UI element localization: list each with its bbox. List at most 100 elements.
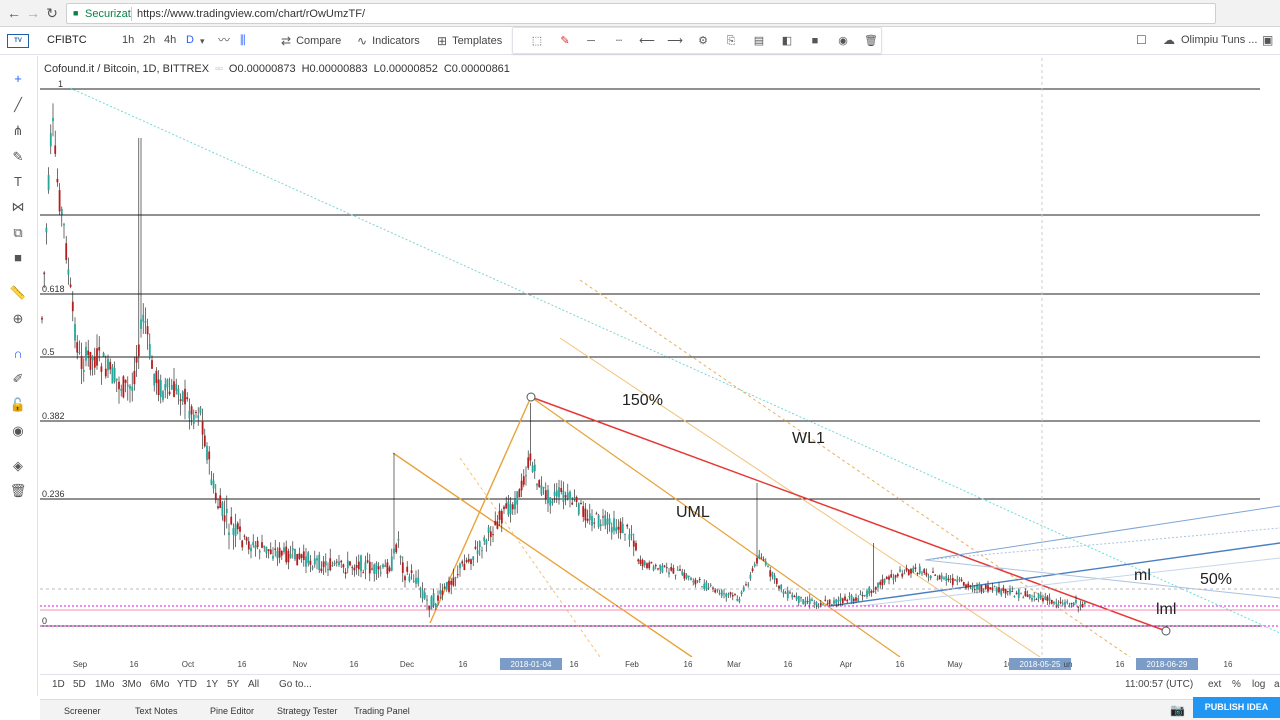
candle-body	[564, 495, 567, 498]
range-1y[interactable]: 1Y	[206, 679, 218, 690]
candle-body	[727, 594, 730, 596]
unlock-icon[interactable]: 🔓	[9, 396, 27, 414]
reload-icon[interactable]: ↻	[44, 5, 60, 21]
tab-pine-editor[interactable]: Pine Editor	[210, 706, 254, 716]
price-chart[interactable]: 1 0.618 0.5 0.382 0.236 0 150% WL1 UML ml 50%	[40, 58, 1280, 657]
anno-ml[interactable]: ml	[1134, 567, 1151, 584]
line-style-icon[interactable]: ─	[583, 33, 599, 49]
candles-icon[interactable]: ⫼	[240, 33, 246, 47]
timeframe-2h[interactable]: 2h	[143, 34, 155, 46]
text-tool-icon[interactable]: T	[9, 173, 27, 191]
legend-settings-icon[interactable]: ▫▫	[215, 63, 223, 75]
range-1d[interactable]: 1D	[52, 679, 65, 690]
user-menu[interactable]: ☁ Olimpiu Tuns ...	[1163, 33, 1257, 47]
candle-body	[69, 284, 72, 287]
layout-icon[interactable]: ▣	[1262, 33, 1273, 47]
clone-icon[interactable]: ⎘	[723, 33, 739, 49]
symbol-search[interactable]: CFIBTC	[47, 34, 87, 46]
range-5y[interactable]: 5Y	[227, 679, 239, 690]
candle-body	[113, 367, 116, 382]
scale-log[interactable]: log	[1252, 679, 1265, 690]
hide-eye-icon[interactable]: ◉	[835, 33, 851, 49]
timeframe-4h[interactable]: 4h	[164, 34, 176, 46]
tradingview-logo[interactable]: TV	[7, 34, 29, 48]
prediction-icon[interactable]: ⧉	[9, 224, 27, 242]
shape-square-icon[interactable]: ■	[9, 249, 27, 267]
timeframe-1h[interactable]: 1h	[122, 34, 134, 46]
templates-button[interactable]: ⊞ Templates	[437, 33, 502, 49]
eye-icon[interactable]: ◉	[9, 422, 27, 440]
pitchfork-icon[interactable]: ⋔	[9, 122, 27, 140]
candle-body	[390, 556, 393, 571]
blue-fork-upper[interactable]	[924, 505, 1280, 561]
anno-wl1[interactable]: WL1	[792, 430, 825, 447]
pen-color-icon[interactable]: ✎	[557, 33, 573, 49]
anno-lml[interactable]: lml	[1156, 601, 1176, 618]
candle-body	[632, 540, 635, 547]
candle-body	[912, 567, 915, 573]
lock-drawing-icon[interactable]: ■	[807, 33, 823, 49]
fullscreen-icon[interactable]: ☐	[1136, 33, 1147, 47]
crosshair-icon[interactable]: +	[9, 70, 27, 88]
select-box-icon[interactable]: ⬚	[529, 33, 545, 49]
red-trendline[interactable]	[530, 396, 1167, 632]
tab-screener[interactable]: Screener	[64, 706, 101, 716]
back-icon[interactable]: ←	[6, 5, 22, 21]
indicators-button[interactable]: ∿ Indicators	[357, 33, 420, 49]
forward-icon[interactable]: →	[25, 5, 41, 21]
date-axis[interactable]: Sep 16 Oct 16 Nov 16 Dec 16 2018-01-04 16 Feb 16 Mar…	[40, 657, 1280, 671]
visibility-icon[interactable]: ◧	[779, 33, 795, 49]
trash-icon[interactable]: 🗑	[863, 33, 879, 49]
anno-150[interactable]: 150%	[622, 392, 663, 409]
range-6mo[interactable]: 6Mo	[150, 679, 169, 690]
trendline-start-handle[interactable]	[526, 392, 536, 402]
line-start-icon[interactable]: ⟵	[639, 33, 655, 49]
trend-line-icon[interactable]: ╱	[9, 96, 27, 114]
line-chart-icon[interactable]: 〰	[218, 33, 230, 47]
timeframe-d[interactable]: D	[186, 34, 194, 46]
visual-order-icon[interactable]: ▤	[751, 33, 767, 49]
scale-percent[interactable]: %	[1232, 679, 1241, 690]
candle-body	[562, 490, 565, 502]
anno-uml[interactable]: UML	[676, 504, 710, 521]
candle-body	[619, 521, 622, 534]
range-1mo[interactable]: 1Mo	[95, 679, 114, 690]
scale-auto[interactable]: auto	[1274, 679, 1280, 690]
publish-idea-button[interactable]: PUBLISH IDEA	[1193, 697, 1280, 718]
candle-body	[881, 579, 884, 586]
ruler-icon[interactable]: 📏	[9, 284, 27, 302]
layers-icon[interactable]: ◈	[9, 457, 27, 475]
settings-gear-icon[interactable]: ⚙	[695, 33, 711, 49]
tab-trading-panel[interactable]: Trading Panel	[354, 706, 410, 716]
candle-body	[283, 547, 285, 553]
goto-date[interactable]: Go to...	[279, 679, 312, 690]
magnet-icon[interactable]: ∩	[9, 345, 27, 363]
candle-body	[984, 584, 987, 589]
range-3mo[interactable]: 3Mo	[122, 679, 141, 690]
stay-drawing-icon[interactable]: ✐	[9, 370, 27, 388]
scale-ext[interactable]: ext	[1208, 679, 1221, 690]
range-ytd[interactable]: YTD	[177, 679, 197, 690]
chevron-down-icon[interactable]: ▾	[200, 34, 205, 48]
range-5d[interactable]: 5D	[73, 679, 86, 690]
fork-inner-line[interactable]	[459, 457, 601, 657]
candle-body	[137, 344, 140, 357]
tab-text-notes[interactable]: Text Notes	[135, 706, 178, 716]
series-legend[interactable]: Cofound.it / Bitcoin, 1D, BITTREX ▫▫ O0.…	[44, 63, 510, 75]
anno-50[interactable]: 50%	[1200, 571, 1232, 588]
camera-icon[interactable]: 📷	[1170, 703, 1185, 717]
compare-button[interactable]: ⇄ Compare	[281, 33, 341, 49]
trendline-end-handle[interactable]	[1161, 626, 1171, 636]
remove-drawings-icon[interactable]: 🗑	[9, 482, 27, 500]
brush-icon[interactable]: ✎	[9, 148, 27, 166]
line-width-icon[interactable]: ┄	[611, 33, 627, 49]
pattern-icon[interactable]: ⋈	[9, 198, 27, 216]
line-end-icon[interactable]: ⟶	[667, 33, 683, 49]
zoom-icon[interactable]: ⊕	[9, 310, 27, 328]
range-all[interactable]: All	[248, 679, 259, 690]
candle-body	[329, 558, 332, 571]
tab-strategy-tester[interactable]: Strategy Tester	[277, 706, 337, 716]
fork-150-line[interactable]	[559, 337, 1041, 657]
candle-body	[921, 572, 923, 574]
address-bar[interactable]: ■ Securizat https://www.tradingview.com/…	[66, 3, 1216, 24]
